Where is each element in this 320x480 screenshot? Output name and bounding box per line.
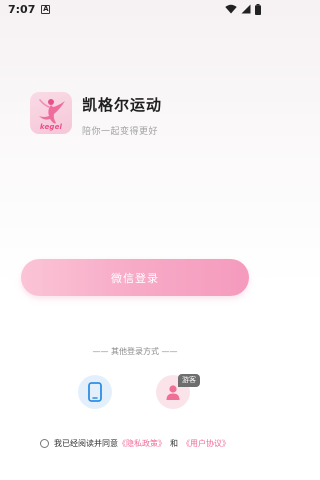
wifi-icon xyxy=(225,4,237,14)
status-left: 7:07 A xyxy=(8,2,51,16)
status-time: 7:07 xyxy=(8,2,36,16)
app-logo-text: kegel xyxy=(39,123,63,131)
status-right xyxy=(225,3,261,15)
phone-icon xyxy=(88,382,102,402)
app-logo: kegel xyxy=(30,92,72,134)
notification-a-icon: A xyxy=(41,4,51,14)
app-header: kegel 凯格尔运动 陪你一起变得更好 xyxy=(30,92,250,137)
phone-login-button[interactable] xyxy=(78,375,112,409)
cellular-signal-icon xyxy=(241,4,251,14)
agreement-checkbox[interactable] xyxy=(40,439,49,448)
status-bar: 7:07 A xyxy=(0,0,270,18)
app-title: 凯格尔运动 xyxy=(82,96,163,114)
user-agreement-link[interactable]: 《用户协议》 xyxy=(182,438,230,449)
privacy-policy-link[interactable]: 《隐私政策》 xyxy=(118,438,166,449)
app-slogan: 陪你一起变得更好 xyxy=(82,127,159,137)
wechat-login-button[interactable]: 微信登录 xyxy=(21,259,249,296)
agreement-and: 和 xyxy=(170,439,178,448)
app-text-block: 凯格尔运动 陪你一起变得更好 xyxy=(82,92,162,137)
battery-icon xyxy=(255,3,261,15)
agreement-row: 我已经阅读并同意 《隐私政策》 和 《用户协议》 xyxy=(0,438,270,449)
agreement-prefix: 我已经阅读并同意 xyxy=(54,439,118,448)
guest-badge: 游客 xyxy=(178,374,200,387)
other-login-methods-label: —— 其他登录方式 —— xyxy=(92,347,178,356)
